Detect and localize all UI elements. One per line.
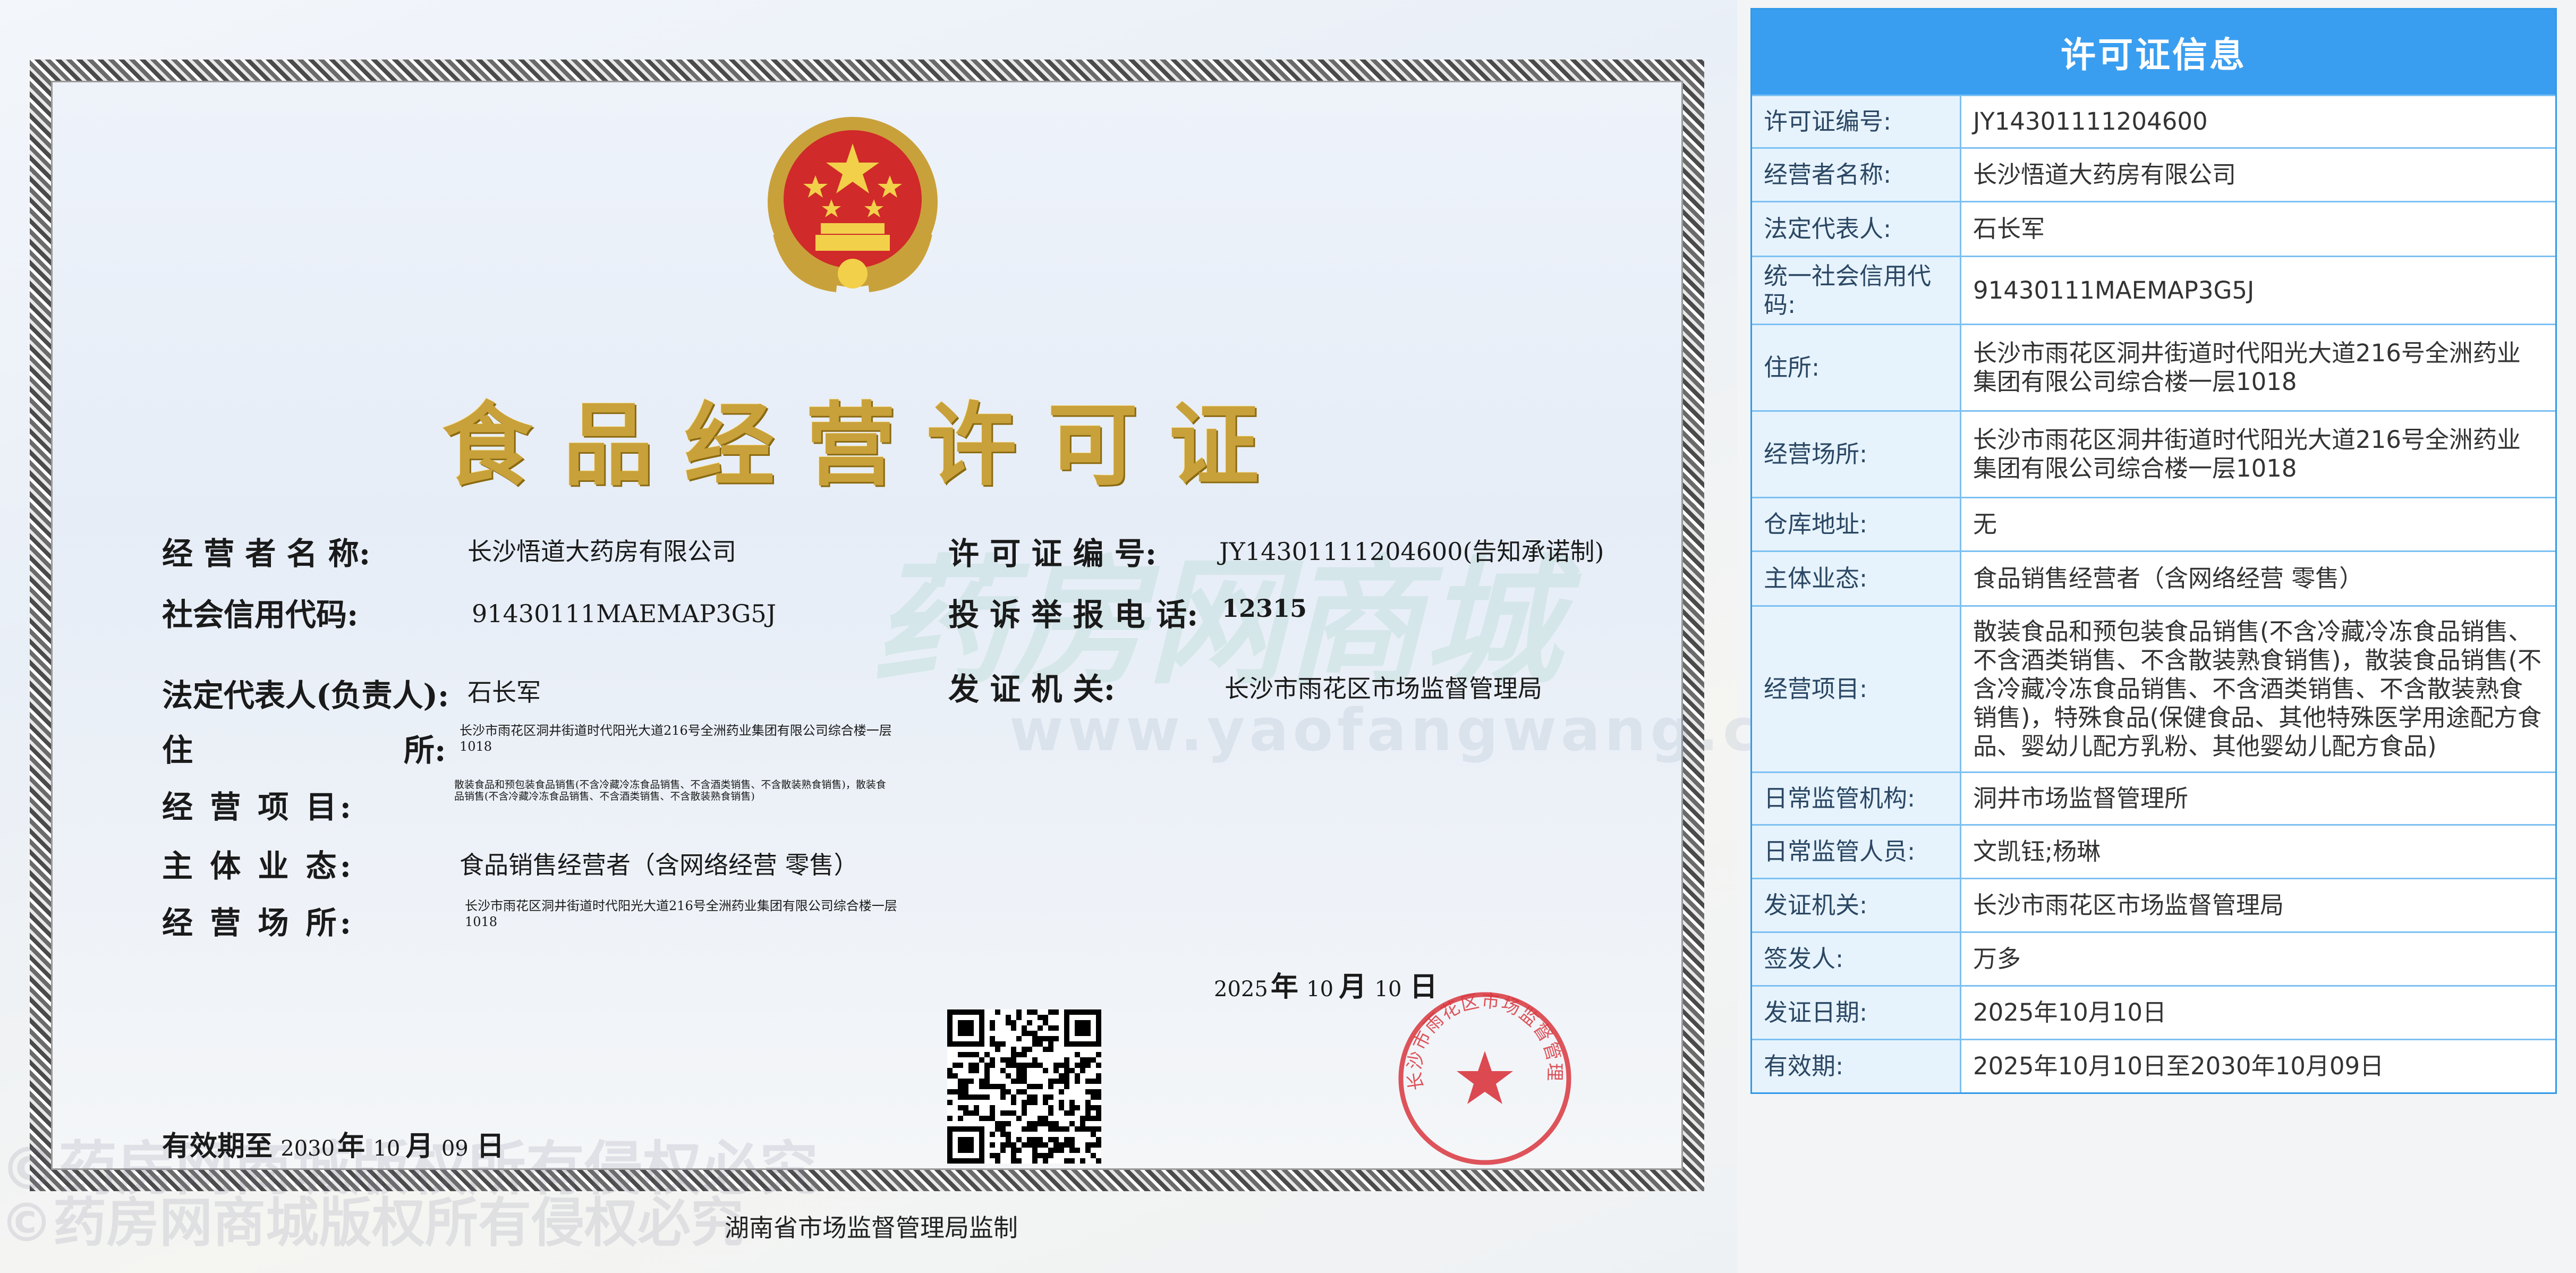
info-row: 经营项目: 散装食品和预包装食品销售(不含冷藏冷冻食品销售、不含酒类销售、不含散装… [1752, 605, 2555, 771]
info-row: 主体业态: 食品销售经营者（含网络经营 零售） [1752, 550, 2555, 605]
info-row: 统一社会信用代码: 91430111MAEMAP3G5J [1752, 256, 2555, 324]
issue-year: 2025 [1214, 977, 1268, 1002]
business-form-value: 食品销售经营者（含网络经营 零售） [460, 851, 858, 879]
legal-rep-value: 石长军 [467, 678, 541, 707]
valid-year: 2030 [280, 1136, 335, 1161]
info-row-value: 长沙市雨花区洞井街道时代阳光大道216号全洲药业集团有限公司综合楼一层1018 [1973, 339, 2521, 396]
info-row: 签发人: 万多 [1752, 931, 2555, 985]
issue-month: 10 [1306, 977, 1334, 1002]
valid-month: 10 [373, 1136, 401, 1161]
watermark-copyright-2: ©药房网商城版权所有侵权必究 [0, 1192, 744, 1254]
operator-value: 长沙悟道大药房有限公司 [467, 537, 736, 566]
premises-value: 长沙市雨花区洞井街道时代阳光大道216号全洲药业集团有限公司综合楼一层1018 [465, 898, 897, 929]
info-row-key: 签发人: [1752, 933, 1961, 985]
address-label: 住 [162, 732, 193, 768]
valid-until-label: 有效期至 [162, 1130, 273, 1162]
premises-label: 经 营 场 所: [162, 905, 354, 941]
complaint-phone-label: 投 诉 举 报 电 话: [948, 597, 1198, 633]
info-row: 日常监管机构: 洞井市场监督管理所 [1752, 771, 2555, 824]
info-row: 经营者名称: 长沙悟道大药房有限公司 [1752, 147, 2555, 201]
complaint-phone-value: 12315 [1222, 594, 1307, 623]
national-emblem-icon [768, 117, 938, 292]
license-no-value: JY14301111204600(告知承诺制) [1219, 537, 1604, 566]
issue-year-unit: 年 [1270, 971, 1298, 1003]
info-row-key: 日常监管人员: [1752, 826, 1961, 878]
credit-code-label: 社会信用代码: [162, 597, 359, 633]
certificate-image: 食品经营许可证 药房网商城 www.yaofangwang.com ©药房网商城… [0, 0, 1867, 1273]
business-form-label: 主 体 业 态: [162, 848, 354, 884]
info-row-value: 91430111MAEMAP3G5J [1973, 276, 2255, 304]
info-row-value: 2025年10月10日 [1973, 998, 2167, 1026]
info-row-value: 散装食品和预包装食品销售(不含冷藏冷冻食品销售、不含酒类销售、不含散装熟食销售)… [1973, 617, 2542, 760]
license-no-label: 许 可 证 编 号: [948, 536, 1157, 572]
info-row: 日常监管人员: 文凯钰;杨琳 [1752, 824, 2555, 878]
info-row-value: JY14301111204600 [1973, 107, 2208, 135]
info-row-value: 长沙市雨花区洞井街道时代阳光大道216号全洲药业集团有限公司综合楼一层1018 [1973, 426, 2521, 482]
info-row-key: 有效期: [1752, 1040, 1961, 1092]
info-row-key: 发证机关: [1752, 879, 1961, 931]
issue-month-unit: 月 [1339, 971, 1367, 1003]
info-row: 住所: 长沙市雨花区洞井街道时代阳光大道216号全洲药业集团有限公司综合楼一层10… [1752, 324, 2555, 410]
legal-rep-label: 法定代表人(负责人): [162, 677, 449, 714]
info-row-value: 2025年10月10日至2030年10月09日 [1973, 1052, 2384, 1080]
official-seal-icon: 长沙市雨花区市场监督管理局 [1395, 988, 1571, 1165]
operator-label: 经 营 者 名 称: [162, 536, 371, 572]
info-row-key: 经营场所: [1752, 412, 1961, 497]
address-value: 长沙市雨花区洞井街道时代阳光大道216号全洲药业集团有限公司综合楼一层1018 [460, 723, 892, 754]
watermark-url: www.yaofangwang.com [1009, 696, 1872, 764]
info-row-key: 经营项目: [1752, 607, 1961, 771]
info-row-value: 石长军 [1973, 215, 2045, 243]
info-row-value: 长沙悟道大药房有限公司 [1973, 160, 2237, 189]
valid-year-unit: 年 [337, 1130, 365, 1162]
valid-day: 09 [441, 1136, 469, 1161]
address-label-suffix: 所: [404, 732, 446, 768]
panel-title: 许可证信息 [1752, 10, 2555, 95]
info-row-key: 仓库地址: [1752, 498, 1961, 550]
info-row: 经营场所: 长沙市雨花区洞井街道时代阳光大道216号全洲药业集团有限公司综合楼一层… [1752, 410, 2555, 497]
issuing-authority-label: 发 证 机 关: [948, 671, 1115, 707]
valid-month-unit: 月 [405, 1130, 433, 1162]
business-items-value: 散装食品和预包装食品销售(不含冷藏冷冻食品销售、不含酒类销售、不含散装熟食销售)… [454, 779, 886, 802]
info-row-key: 经营者名称: [1752, 149, 1961, 201]
info-row-key: 许可证编号: [1752, 96, 1961, 147]
qr-code [947, 1009, 1101, 1164]
info-row-value: 洞井市场监督管理所 [1973, 784, 2189, 812]
info-row-value: 无 [1973, 510, 1997, 538]
info-row: 发证机关: 长沙市雨花区市场监督管理局 [1752, 878, 2555, 931]
info-row: 法定代表人: 石长军 [1752, 201, 2555, 256]
issuing-authority-value: 长沙市雨花区市场监督管理局 [1225, 674, 1542, 703]
panel-rows: 许可证编号: JY14301111204600 经营者名称: 长沙悟道大药房有限公司法… [1752, 95, 2555, 1092]
certificate-title: 食品经营许可证 [441, 392, 1290, 498]
info-row-key: 日常监管机构: [1752, 773, 1961, 824]
info-row: 有效期: 2025年10月10日至2030年10月09日 [1752, 1039, 2555, 1092]
info-row-key: 主体业态: [1752, 552, 1961, 605]
info-row-value: 食品销售经营者（含网络经营 零售） [1973, 564, 2364, 592]
info-row-value: 长沙市雨花区市场监督管理局 [1973, 891, 2284, 919]
credit-code-value: 91430111MAEMAP3G5J [472, 599, 777, 628]
business-items-label: 经 营 项 目: [162, 789, 354, 825]
valid-day-unit: 日 [476, 1130, 504, 1162]
info-row: 仓库地址: 无 [1752, 497, 2555, 550]
info-row-key: 法定代表人: [1752, 202, 1961, 256]
info-row: 许可证编号: JY14301111204600 [1752, 95, 2555, 147]
info-row-value: 文凯钰;杨琳 [1973, 837, 2101, 865]
info-row-key: 发证日期: [1752, 987, 1961, 1039]
info-row-key: 住所: [1752, 325, 1961, 410]
info-row-key: 统一社会信用代码: [1752, 257, 1961, 324]
valid-until: 有效期至 2030 年 10 月 09 日 [162, 1124, 504, 1164]
supervision-footer: 湖南省市场监督管理局监制 [725, 1213, 1018, 1242]
license-info-panel: 许可证信息 许可证编号: JY14301111204600 经营者名称: 长沙悟道大药… [1750, 8, 2557, 1094]
info-row-value: 万多 [1973, 945, 2021, 973]
info-row: 发证日期: 2025年10月10日 [1752, 985, 2555, 1039]
